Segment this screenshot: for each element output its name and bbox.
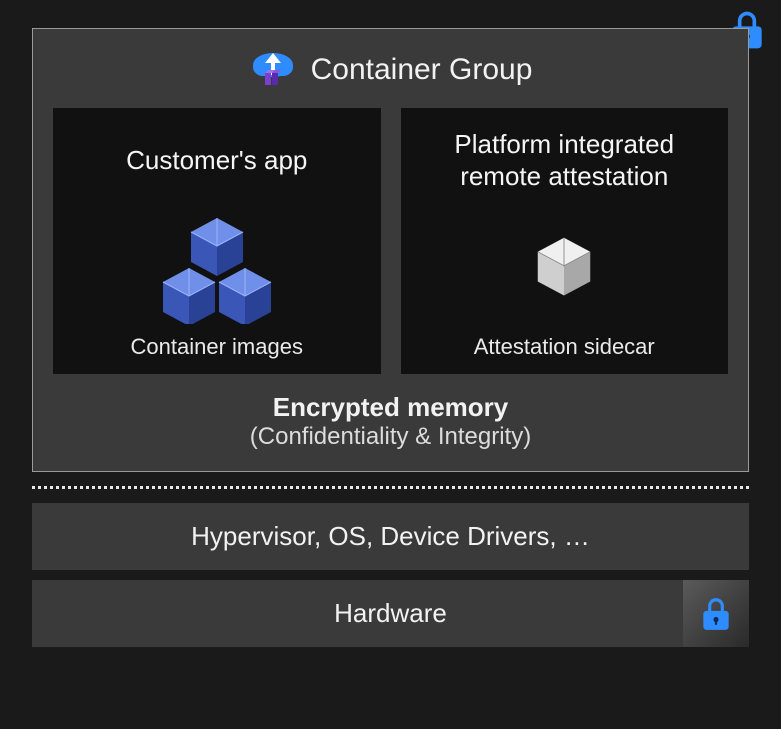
cloud-upload-icon bbox=[249, 47, 297, 92]
attestation-sidecar-icon bbox=[529, 196, 599, 328]
customer-app-footer: Container images bbox=[131, 328, 303, 360]
attestation-footer: Attestation sidecar bbox=[474, 328, 655, 360]
attestation-card: Platform integrated remote attestation A… bbox=[401, 108, 729, 374]
container-images-icon bbox=[147, 196, 287, 328]
hypervisor-layer-label: Hypervisor, OS, Device Drivers, … bbox=[191, 521, 590, 551]
separator-dotted bbox=[32, 486, 749, 489]
container-group-box: Container Group Customer's app bbox=[32, 28, 749, 472]
lock-icon bbox=[683, 580, 749, 647]
diagram-canvas: Container Group Customer's app bbox=[0, 0, 781, 729]
attestation-title: Platform integrated remote attestation bbox=[415, 124, 715, 196]
encrypted-memory-title: Encrypted memory bbox=[53, 392, 728, 423]
customer-app-title: Customer's app bbox=[126, 124, 307, 196]
customer-app-card: Customer's app bbox=[53, 108, 381, 374]
encrypted-memory-subtitle: (Confidentiality & Integrity) bbox=[53, 423, 728, 451]
container-group-title: Container Group bbox=[311, 53, 533, 87]
container-group-header: Container Group bbox=[53, 41, 728, 108]
hardware-layer: Hardware bbox=[32, 580, 749, 647]
hypervisor-layer: Hypervisor, OS, Device Drivers, … bbox=[32, 503, 749, 570]
hardware-layer-label: Hardware bbox=[334, 598, 447, 628]
container-group-body: Customer's app bbox=[53, 108, 728, 374]
encrypted-memory-row: Encrypted memory (Confidentiality & Inte… bbox=[53, 374, 728, 471]
